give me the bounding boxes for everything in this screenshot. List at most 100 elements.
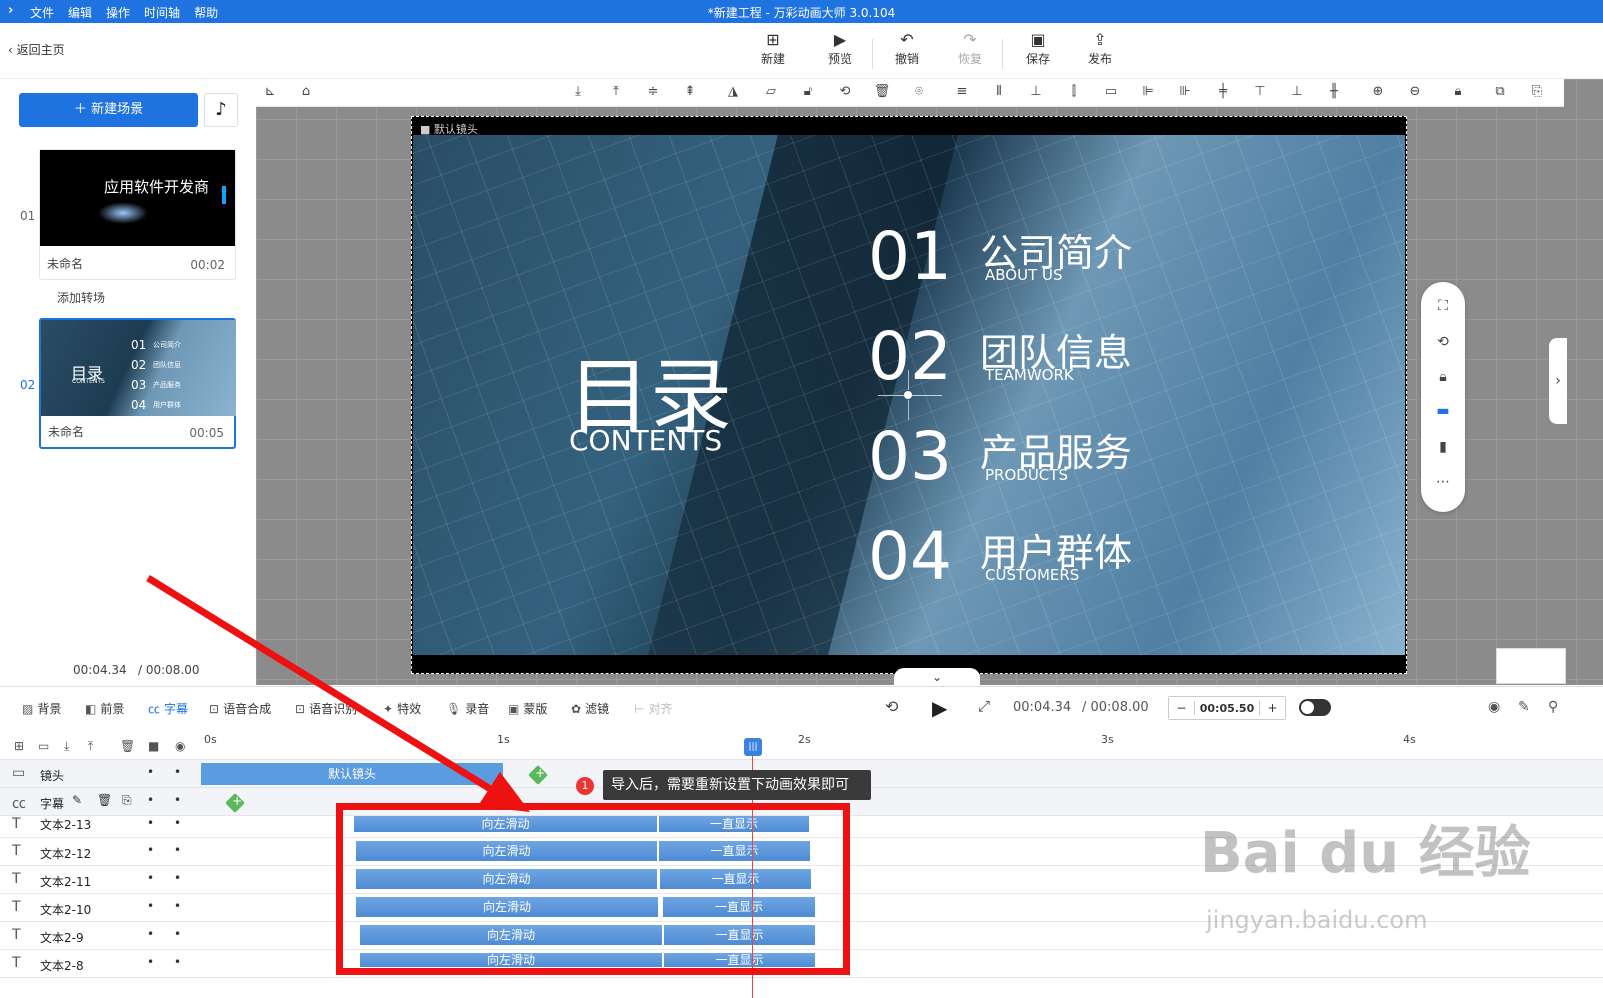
- dot-icon[interactable]: •: [174, 955, 181, 969]
- folder-icon[interactable]: ▭: [38, 739, 49, 753]
- record-button[interactable]: 🎙︎ 录音: [446, 700, 489, 717]
- edit-icon[interactable]: ✎: [72, 793, 82, 807]
- erase-icon[interactable]: ▱: [761, 84, 781, 102]
- new-button[interactable]: ⊞ 新建: [743, 30, 803, 67]
- dot-icon[interactable]: •: [174, 765, 181, 779]
- align-button[interactable]: ⊢ 对齐: [634, 700, 672, 717]
- slide-subtitle[interactable]: CONTENTS: [569, 424, 722, 457]
- space-v-icon[interactable]: ▭: [1101, 84, 1121, 102]
- item-subtitle[interactable]: CUSTOMERS: [985, 566, 1079, 584]
- bring-front-icon[interactable]: ⇞: [680, 84, 700, 102]
- replay-icon[interactable]: ⟲: [885, 697, 898, 716]
- dot-icon[interactable]: •: [174, 843, 181, 857]
- dot-icon[interactable]: •: [147, 793, 154, 807]
- dot-icon[interactable]: •: [147, 899, 154, 913]
- item-number[interactable]: 02: [868, 318, 952, 395]
- lens-clip[interactable]: 默认镜头: [201, 763, 503, 785]
- delete-icon[interactable]: 🗑︎: [120, 739, 135, 753]
- dot-icon[interactable]: •: [174, 793, 181, 807]
- align-left-icon[interactable]: ⊫: [1138, 84, 1158, 102]
- back-home-button[interactable]: ‹ 返回主页: [8, 41, 65, 58]
- delete-icon[interactable]: 🗑︎: [97, 793, 112, 807]
- dot-icon[interactable]: •: [147, 816, 154, 830]
- dot-icon[interactable]: •: [147, 765, 154, 779]
- zoom-minus-button[interactable]: −: [1169, 701, 1195, 715]
- unlock-icon[interactable]: 🔒︎: [1448, 84, 1468, 102]
- fullscreen-icon[interactable]: ⤢: [978, 697, 990, 715]
- fit-screen-icon[interactable]: ⛶: [1433, 298, 1453, 314]
- align-bottom2-icon[interactable]: ⊥: [1287, 84, 1307, 102]
- dot-icon[interactable]: •: [147, 927, 154, 941]
- align-right-icon[interactable]: ⊪: [1175, 84, 1195, 102]
- side-expand-button[interactable]: ›: [1549, 338, 1567, 424]
- copy-icon[interactable]: ⧉: [1490, 84, 1510, 102]
- new-scene-button[interactable]: ＋ 新建场景: [19, 93, 198, 127]
- save-button[interactable]: ▣ 保存: [1008, 30, 1068, 67]
- focus-icon[interactable]: ⌾: [909, 84, 929, 102]
- background-button[interactable]: ▨ 背景: [22, 700, 61, 717]
- flip-icon[interactable]: ◮: [723, 84, 743, 102]
- edit-icon[interactable]: ✎: [1518, 699, 1530, 715]
- pin-icon[interactable]: ⚲: [1548, 699, 1558, 715]
- time-ruler[interactable]: 0s 1s 2s 3s 4s: [200, 732, 1603, 760]
- filter-button[interactable]: ✿ 滤镜: [571, 700, 609, 717]
- publish-button[interactable]: ⇪ 发布: [1070, 30, 1130, 67]
- playhead-handle[interactable]: |||: [744, 738, 762, 756]
- distribute-v-icon[interactable]: ⦀: [989, 84, 1009, 102]
- tts-button[interactable]: ⊡ 语音合成: [209, 700, 271, 717]
- home-icon[interactable]: ⌂: [296, 84, 316, 102]
- undo-button[interactable]: ↶ 撤销: [877, 30, 937, 67]
- camera-rotate-icon[interactable]: ⟲: [1433, 334, 1453, 350]
- dot-icon[interactable]: •: [147, 871, 154, 885]
- desktop-icon[interactable]: ▬: [1433, 403, 1453, 419]
- mobile-icon[interactable]: ▮: [1433, 439, 1453, 455]
- item-subtitle[interactable]: TEAMWORK: [985, 366, 1074, 384]
- zoom-out-icon[interactable]: ⊖: [1405, 84, 1425, 102]
- dot-icon[interactable]: •: [174, 816, 181, 830]
- speech-recog-button[interactable]: ⊡ 语音识别: [295, 700, 357, 717]
- camera-icon[interactable]: ◉: [1488, 699, 1500, 715]
- preview-button[interactable]: ▶ 预览: [810, 30, 870, 67]
- add-transition-link[interactable]: 添加转场: [57, 289, 105, 306]
- import-icon[interactable]: ⎘: [122, 793, 132, 808]
- item-number[interactable]: 03: [868, 418, 952, 495]
- scene-card-active[interactable]: 目录 CONTENTS 01 02 03 04 公司简介 团队信息 产品服务 用…: [39, 318, 236, 449]
- paste-icon[interactable]: ⎘: [1527, 84, 1547, 102]
- more-icon[interactable]: ⋯: [1433, 474, 1453, 490]
- distribute-h-icon[interactable]: ≡: [952, 84, 972, 102]
- align-vcenter-icon[interactable]: ╫: [1324, 84, 1344, 102]
- ruler-icon[interactable]: ⊾: [260, 84, 280, 102]
- play-icon[interactable]: ▶: [932, 696, 947, 720]
- move-down-icon[interactable]: ⤓: [64, 739, 69, 754]
- subtitle-button[interactable]: ㏄字幕: [148, 700, 188, 717]
- eye-icon[interactable]: ◉: [175, 739, 185, 753]
- align-center-icon[interactable]: ╪: [1213, 84, 1233, 102]
- lock-icon[interactable]: ■: [148, 739, 159, 753]
- dot-icon[interactable]: •: [147, 843, 154, 857]
- zoom-in-icon[interactable]: ⊕: [1368, 84, 1388, 102]
- music-button[interactable]: ♪: [204, 93, 238, 127]
- mask-button[interactable]: ▣ 蒙版: [508, 700, 547, 717]
- item-subtitle[interactable]: PRODUCTS: [985, 466, 1068, 484]
- align-bottom-icon[interactable]: ⤓: [568, 84, 588, 102]
- space-h-icon[interactable]: ⫿: [1064, 84, 1084, 102]
- dot-icon[interactable]: •: [174, 899, 181, 913]
- effects-button[interactable]: ✦ 特效: [383, 700, 421, 717]
- dot-icon[interactable]: •: [174, 927, 181, 941]
- item-subtitle[interactable]: ABOUT US: [985, 266, 1063, 284]
- dot-icon[interactable]: •: [147, 955, 154, 969]
- redo-button[interactable]: ↷ 恢复: [940, 30, 1000, 67]
- align-bottom-edge-icon[interactable]: ⊥: [1026, 84, 1046, 102]
- zoom-plus-button[interactable]: +: [1259, 701, 1285, 715]
- rotate-icon[interactable]: ⟲: [835, 84, 855, 102]
- collapse-canvas-button[interactable]: ⌄: [894, 668, 980, 686]
- scene-card[interactable]: 应用软件开发商 未命名 00:02: [39, 149, 236, 280]
- lock-icon[interactable]: 🔒︎: [1433, 369, 1453, 385]
- align-middle-icon[interactable]: ≑: [643, 84, 663, 102]
- align-top-icon[interactable]: ⤒: [606, 84, 626, 102]
- zoom-value[interactable]: 00:05.50: [1195, 702, 1259, 715]
- foreground-button[interactable]: ◧ 前景: [85, 700, 124, 717]
- toggle-switch[interactable]: [1299, 699, 1331, 716]
- item-number[interactable]: 01: [868, 218, 952, 295]
- align-top-edge-icon[interactable]: ⊤: [1250, 84, 1270, 102]
